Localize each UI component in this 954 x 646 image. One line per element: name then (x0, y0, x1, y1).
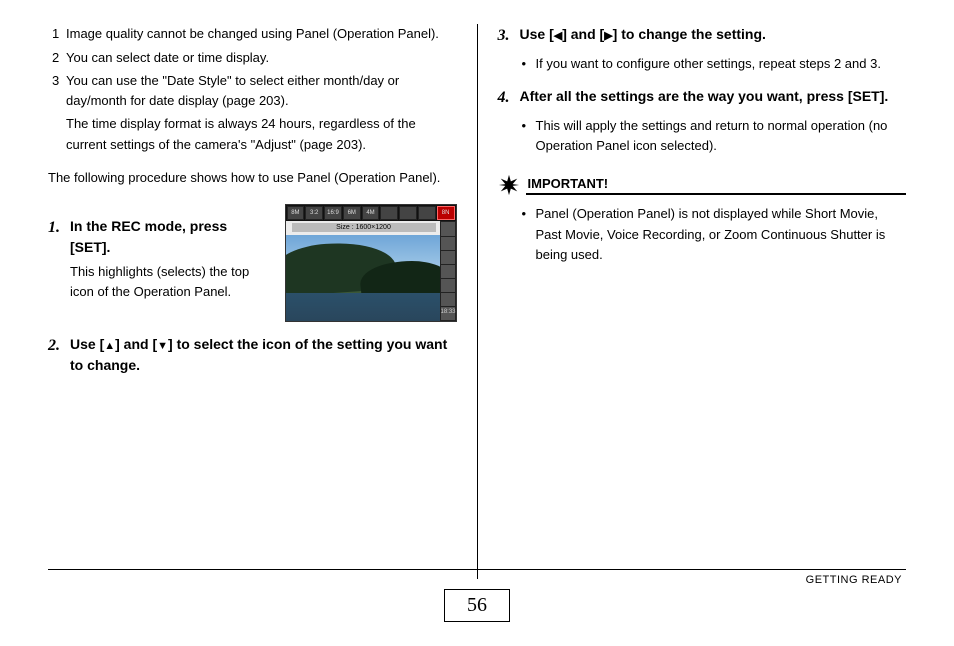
content-columns: 1 Image quality cannot be changed using … (48, 24, 906, 579)
step-1-row: 1. In the REC mode, press [SET]. This hi… (48, 204, 457, 322)
step-2: 2. Use [▲] and [▼] to select the icon of… (48, 334, 457, 376)
step-heading: After all the settings are the way you w… (520, 86, 907, 107)
cam-icon: 4M (362, 206, 380, 220)
note-item: 3 You can use the "Date Style" to select… (52, 71, 457, 110)
right-column: 3. Use [◀] and [▶] to change the setting… (480, 24, 907, 579)
cam-icon: 6M (343, 206, 361, 220)
side-icon (441, 251, 455, 264)
step-number: 1. (48, 216, 70, 301)
bullet-text: This will apply the settings and return … (536, 116, 907, 156)
step-4: 4. After all the settings are the way yo… (498, 86, 907, 110)
bullet-item: • Panel (Operation Panel) is not display… (522, 204, 907, 264)
starburst-icon (498, 174, 520, 196)
step-note: This highlights (selects) the top icon o… (70, 262, 271, 301)
camera-scene (286, 235, 440, 321)
step-number: 3. (498, 24, 520, 48)
up-triangle-icon: ▲ (104, 340, 115, 352)
side-icon (441, 237, 455, 250)
bullet-list: • Panel (Operation Panel) is not display… (522, 204, 907, 264)
important-label: IMPORTANT! (526, 176, 907, 195)
step-1: 1. In the REC mode, press [SET]. This hi… (48, 216, 271, 301)
bullet-dot: • (522, 204, 536, 264)
bullet-text: Panel (Operation Panel) is not displayed… (536, 204, 907, 264)
side-icon (441, 293, 455, 306)
left-column: 1 Image quality cannot be changed using … (48, 24, 475, 579)
step-heading: In the REC mode, press [SET]. (70, 216, 271, 258)
note-text: You can select date or time display. (66, 48, 457, 68)
note-item: 1 Image quality cannot be changed using … (52, 24, 457, 44)
note-number: 3 (52, 71, 66, 110)
note-item: 2 You can select date or time display. (52, 48, 457, 68)
down-triangle-icon: ▼ (157, 340, 168, 352)
lake-shape (286, 293, 440, 321)
camera-size-label: Size : 1600×1200 (292, 223, 436, 232)
step-heading: Use [▲] and [▼] to select the icon of th… (70, 334, 457, 376)
cam-icon: 3:2 (305, 206, 323, 220)
cam-icon (380, 206, 398, 220)
bullet-item: • This will apply the settings and retur… (522, 116, 907, 156)
step-heading: Use [◀] and [▶] to change the setting. (520, 24, 907, 45)
txt: ] to change the setting. (613, 26, 766, 42)
txt: ] and [ (562, 26, 604, 42)
bullet-item: • If you want to configure other setting… (522, 54, 907, 74)
step-number: 2. (48, 334, 70, 376)
page-number: 56 (444, 589, 510, 622)
bullet-dot: • (522, 54, 536, 74)
note-number: 1 (52, 24, 66, 44)
step-3: 3. Use [◀] and [▶] to change the setting… (498, 24, 907, 48)
note-text: Image quality cannot be changed using Pa… (66, 24, 457, 44)
side-icon (441, 279, 455, 292)
side-icon (441, 222, 455, 235)
notes-list: 1 Image quality cannot be changed using … (52, 24, 457, 156)
camera-top-icons: 8M 3:2 16:9 6M 4M 8N (286, 205, 456, 221)
bullet-dot: • (522, 116, 536, 156)
cam-icon (399, 206, 417, 220)
note-subtext: The time display format is always 24 hou… (66, 114, 457, 156)
step-number: 4. (498, 86, 520, 110)
section-label: GETTING READY (806, 574, 902, 586)
left-triangle-icon: ◀ (554, 30, 562, 42)
cam-icon-active: 8N (437, 206, 455, 220)
cam-icon (418, 206, 436, 220)
txt: Use [ (520, 26, 554, 42)
cam-icon: 8M (287, 206, 305, 220)
bullet-list: • If you want to configure other setting… (522, 54, 907, 74)
camera-lcd-illustration: 8M 3:2 16:9 6M 4M 8N Size : 1600×1200 18… (285, 204, 457, 322)
cam-icon: 16:9 (324, 206, 342, 220)
bullet-text: If you want to configure other settings,… (536, 54, 881, 74)
intro-paragraph: The following procedure shows how to use… (48, 168, 457, 189)
bullet-list: • This will apply the settings and retur… (522, 116, 907, 156)
column-divider (477, 24, 478, 579)
side-icon (441, 265, 455, 278)
camera-side-icons: 18:33 (440, 221, 456, 321)
txt: ] and [ (115, 336, 157, 352)
note-text: You can use the "Date Style" to select e… (66, 71, 457, 110)
txt: Use [ (70, 336, 104, 352)
right-triangle-icon: ▶ (604, 30, 612, 42)
note-number: 2 (52, 48, 66, 68)
side-icon-time: 18:33 (441, 307, 455, 320)
important-callout: IMPORTANT! (498, 174, 907, 196)
footer-separator: GETTING READY (48, 569, 906, 586)
